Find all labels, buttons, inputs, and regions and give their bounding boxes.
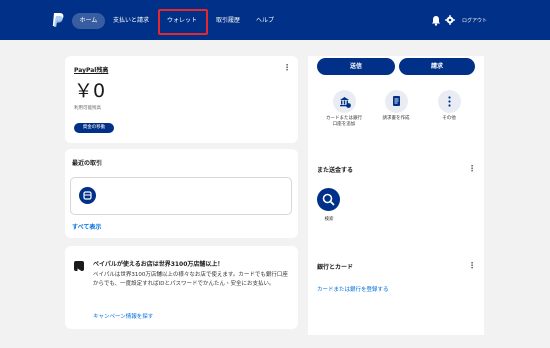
link-bank-card-link[interactable]: カードまたは銀行を登録する <box>317 285 389 293</box>
balance-card: PayPal残高 ⋮ ￥0 利用可能残高 資金の移動 <box>65 56 298 143</box>
bank-icon <box>332 90 356 113</box>
search-icon[interactable] <box>317 188 340 211</box>
recent-title: 最近の取引 <box>72 160 103 167</box>
send-button[interactable]: 送信 <box>317 58 395 75</box>
recent-activity-card: 最近の取引 すべて表示 <box>65 149 298 238</box>
quick-action-label: カードまたは銀行口座を追加 <box>326 116 362 127</box>
promo-body: ペイパルは世界3100万店舗以上の様々なお店で使えます。カードでも銀行口座からで… <box>93 272 288 287</box>
play-icon <box>74 261 84 274</box>
search-label: 検索 <box>324 217 334 222</box>
quick-action-invoice[interactable]: 請求書を作成 <box>376 90 416 122</box>
recent-empty-box <box>70 177 292 215</box>
request-button[interactable]: 請求 <box>399 58 475 75</box>
gear-icon[interactable] <box>445 15 455 25</box>
balance-subtitle: 利用可能残高 <box>74 106 101 111</box>
actions-panel: 送信 請求 カードまたは銀行口座を追加 請求書を作成 その他 また送金する ⋮ … <box>308 56 484 335</box>
bell-icon[interactable] <box>431 15 441 26</box>
nav-payments[interactable]: 支払いと請求 <box>113 13 149 29</box>
quick-action-label: その他 <box>442 116 456 121</box>
promo-title: ペイパルが使えるお店は世界3100万店舗以上！ <box>93 261 224 268</box>
more-icon <box>437 90 461 113</box>
logout-link[interactable]: ログアウト <box>462 13 487 29</box>
balance-amount: ￥0 <box>74 80 106 102</box>
nav-home[interactable]: ホーム <box>72 13 105 29</box>
banks-more-icon[interactable]: ⋮ <box>468 262 476 270</box>
top-nav-bar: ホーム 支払いと請求 ウォレット 取引履歴 ヘルプ ログアウト <box>0 0 550 40</box>
quick-action-label: 請求書を作成 <box>382 116 410 121</box>
banks-title: 銀行とカード <box>317 264 354 271</box>
balance-more-icon[interactable]: ⋮ <box>283 64 291 72</box>
promo-card: ペイパルが使えるお店は世界3100万店舗以上！ ペイパルは世界3100万店舗以上… <box>65 246 298 329</box>
campaign-link[interactable]: キャンペーン情報を探す <box>93 312 153 320</box>
balance-title[interactable]: PayPal残高 <box>74 65 108 74</box>
move-funds-button[interactable]: 資金の移動 <box>74 123 114 133</box>
quick-action-add-bank[interactable]: カードまたは銀行口座を追加 <box>324 90 364 128</box>
send-again-more-icon[interactable]: ⋮ <box>468 165 476 173</box>
send-again-title: また送金する <box>317 167 354 174</box>
activity-icon <box>79 187 96 204</box>
wallet-highlight-box <box>158 9 208 35</box>
see-all-link[interactable]: すべて表示 <box>72 222 101 231</box>
nav-help[interactable]: ヘルプ <box>256 13 274 29</box>
quick-action-more[interactable]: その他 <box>429 90 469 122</box>
nav-activity[interactable]: 取引履歴 <box>216 13 240 29</box>
paypal-logo-icon[interactable] <box>51 12 65 28</box>
invoice-icon <box>384 90 408 113</box>
